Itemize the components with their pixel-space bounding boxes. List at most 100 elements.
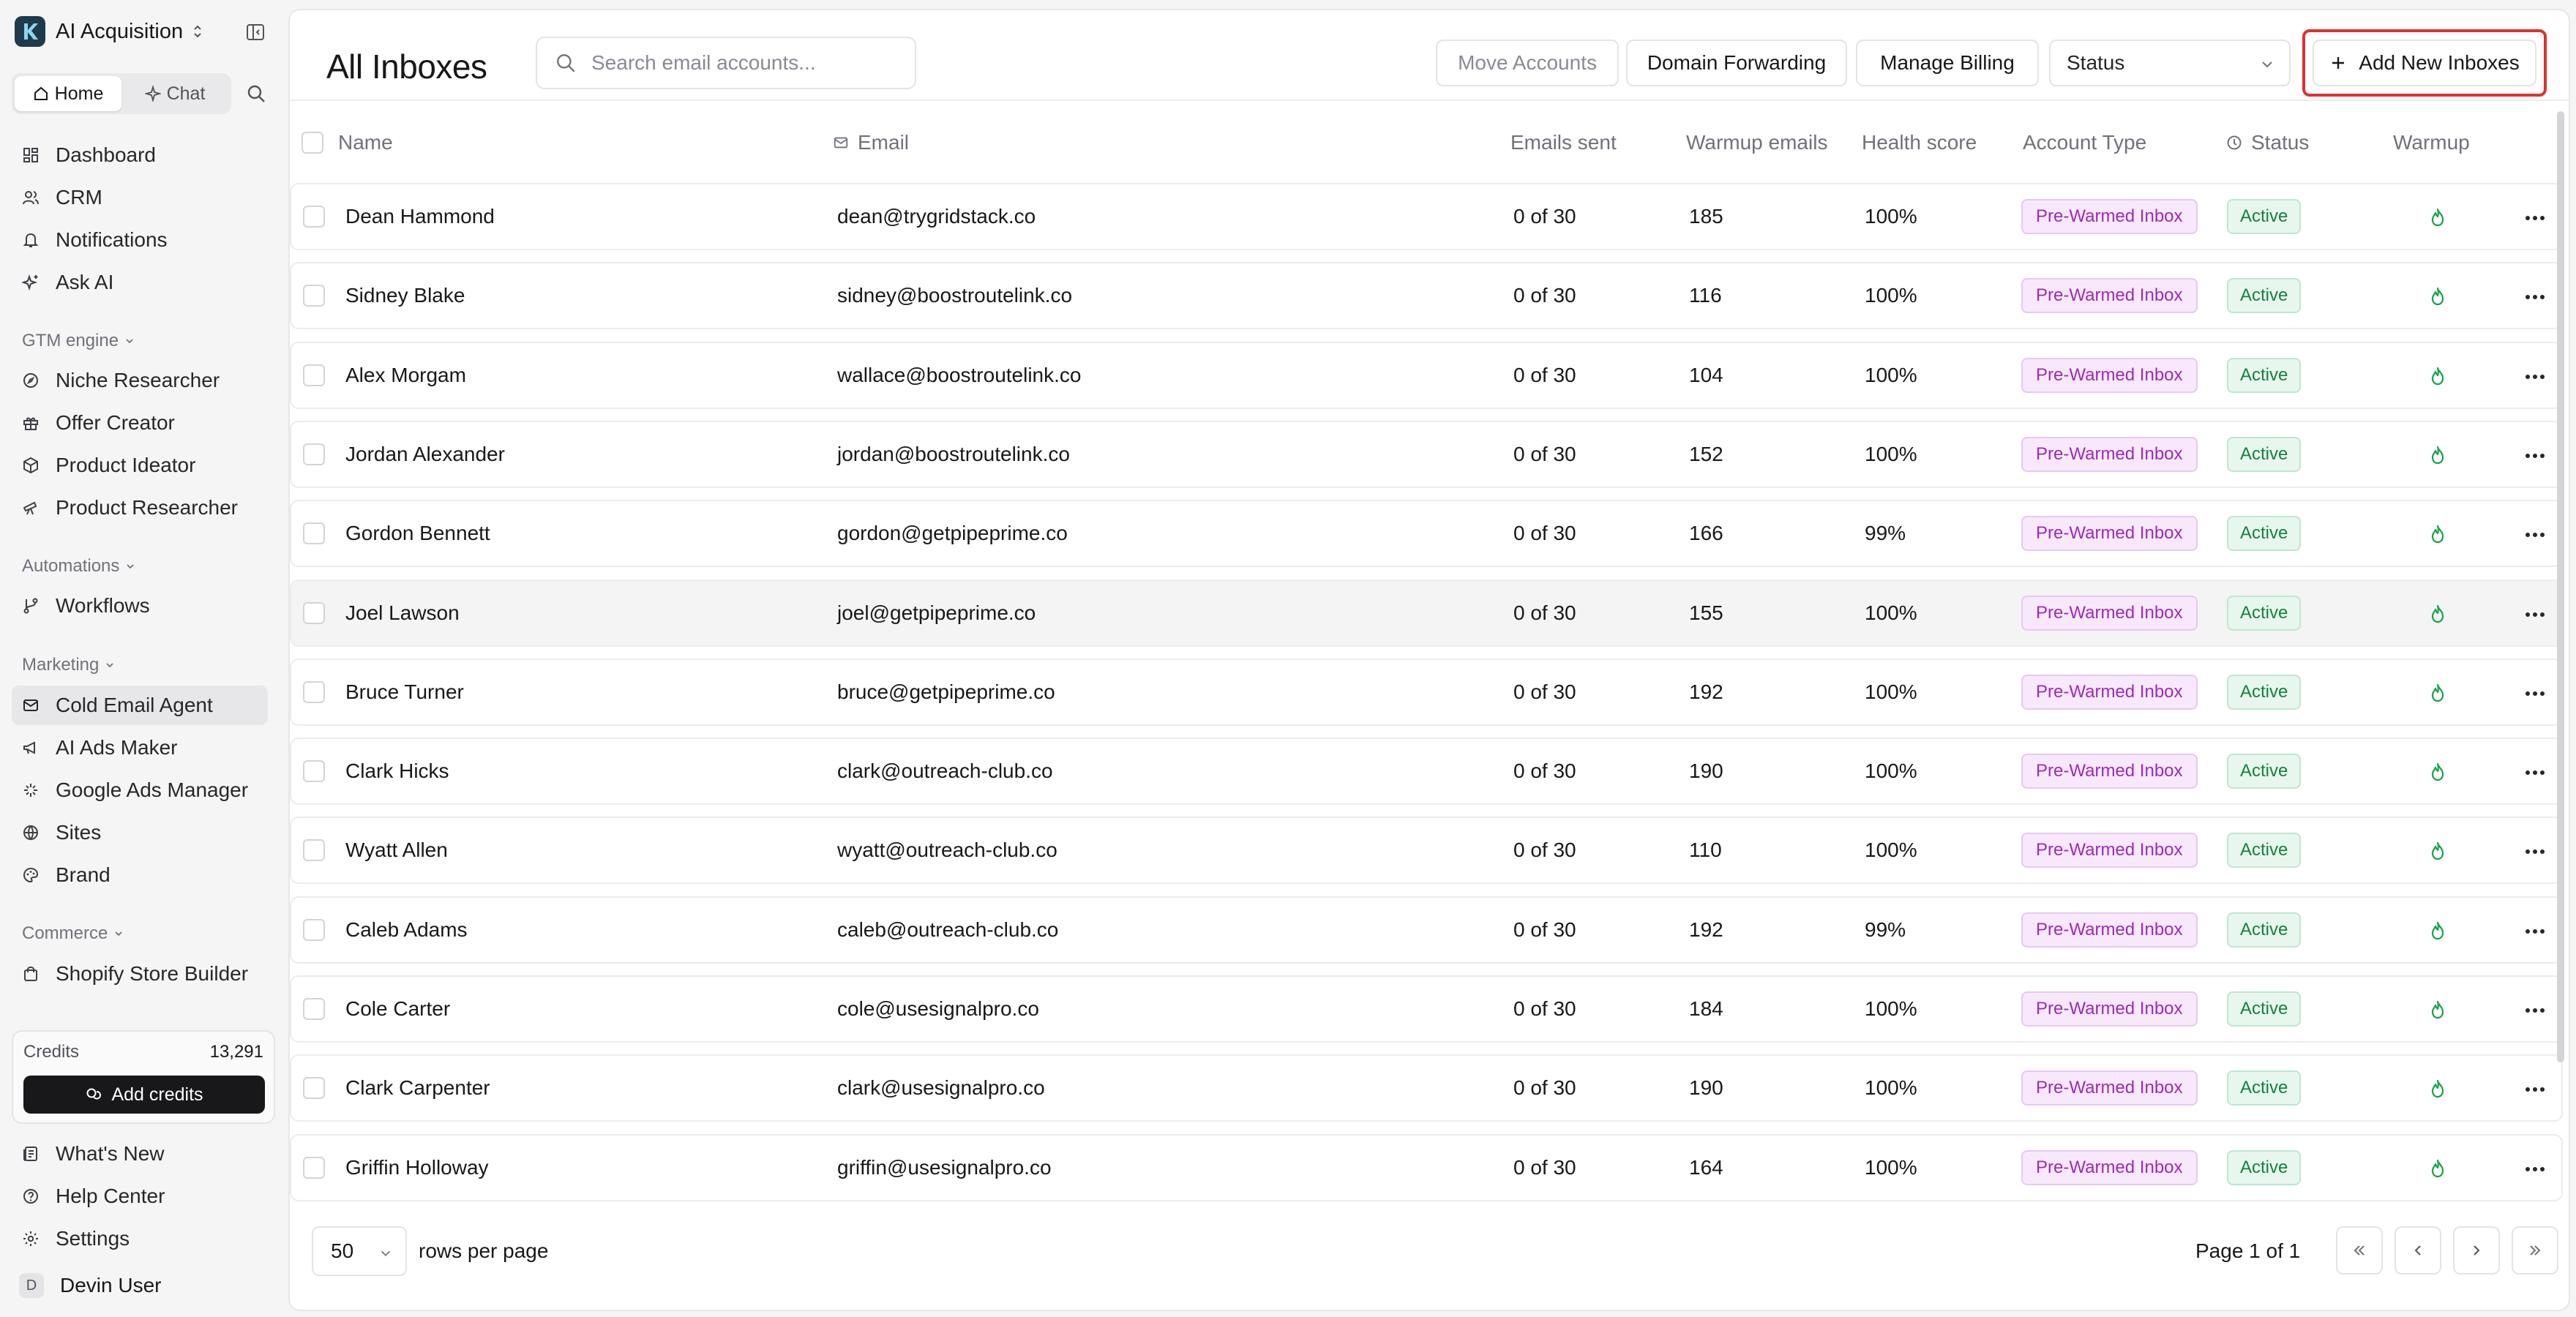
table-row[interactable]: Gordon Bennett gordon@getpipeprime.co 0 of… [290,500,2563,567]
select-all-checkbox[interactable] [302,132,323,154]
user-menu[interactable]: D Devin User [19,1273,161,1298]
first-page-button[interactable] [2336,1226,2383,1275]
row-checkbox[interactable] [303,919,325,941]
workspace-switcher[interactable]: AI Acquisition [15,16,267,47]
rows-per-page-select[interactable]: 50 [312,1226,407,1276]
row-checkbox[interactable] [303,1077,325,1099]
add-new-inboxes-button[interactable]: Add New Inboxes [2313,40,2536,86]
last-page-button[interactable] [2512,1226,2558,1275]
status-filter-select[interactable]: Status [2049,40,2291,86]
table-row[interactable]: Alex Morgam wallace@boostroutelink.co 0 of… [290,342,2563,409]
previous-page-button[interactable] [2395,1226,2441,1275]
sidebar-item-whats-new[interactable]: What's New [12,1134,268,1174]
table-row[interactable]: Wyatt Allen wyatt@outreach-club.co 0 of 30… [290,817,2563,884]
more-horizontal-icon[interactable] [2525,928,2545,934]
more-horizontal-icon[interactable] [2525,215,2545,221]
more-horizontal-icon[interactable] [2525,770,2545,776]
section-gtm-engine[interactable]: GTM engine [22,331,135,351]
flame-icon[interactable] [2430,841,2446,860]
sidebar-item-crm[interactable]: CRM [12,178,268,217]
table-row[interactable]: Caleb Adams caleb@outreach-club.co 0 of 30… [290,896,2563,964]
row-checkbox[interactable] [303,522,325,544]
next-page-button[interactable] [2453,1226,2500,1275]
table-row[interactable]: Joel Lawson joel@getpipeprime.co 0 of 30 15… [290,579,2563,647]
row-checkbox[interactable] [303,285,325,307]
row-checkbox[interactable] [303,364,325,386]
row-checkbox[interactable] [303,760,325,782]
column-header-name[interactable]: Name [338,102,393,183]
sidebar-item-shopify-store-builder[interactable]: Shopify Store Builder [12,954,268,994]
row-checkbox[interactable] [303,839,325,861]
more-horizontal-icon[interactable] [2525,374,2545,380]
table-row[interactable]: Griffin Holloway griffin@usesignalpro.co 0… [290,1134,2563,1201]
flame-icon[interactable] [2430,1079,2446,1098]
table-row[interactable]: Sidney Blake sidney@boostroutelink.co 0 of… [290,262,2563,329]
sidebar-item-niche-researcher[interactable]: Niche Researcher [12,361,268,400]
sidebar-item-settings[interactable]: Settings [12,1219,268,1258]
manage-billing-button[interactable]: Manage Billing [1856,40,2039,86]
table-row[interactable]: Jordan Alexander jordan@boostroutelink.co… [290,421,2563,488]
column-header-account-type[interactable]: Account Type [2023,102,2146,183]
more-horizontal-icon[interactable] [2525,691,2545,697]
column-header-status[interactable]: Status [2226,102,2309,183]
flame-icon[interactable] [2430,208,2446,227]
sidebar-item-notifications[interactable]: Notifications [12,220,268,260]
flame-icon[interactable] [2430,446,2446,465]
section-automations[interactable]: Automations [22,556,135,577]
sidebar-item-brand[interactable]: Brand [12,855,268,895]
scrollbar[interactable] [2556,105,2566,1225]
more-horizontal-icon[interactable] [2525,612,2545,618]
more-horizontal-icon[interactable] [2525,294,2545,300]
table-row[interactable]: Bruce Turner bruce@getpipeprime.co 0 of 30… [290,658,2563,726]
flame-icon[interactable] [2430,683,2446,702]
column-header-health-score[interactable]: Health score [1862,102,1977,183]
table-row[interactable]: Clark Hicks clark@outreach-club.co 0 of 30… [290,738,2563,805]
sidebar-item-help-center[interactable]: Help Center [12,1177,268,1216]
flame-icon[interactable] [2430,1000,2446,1019]
flame-icon[interactable] [2430,367,2446,386]
sidebar-item-cold-email-agent[interactable]: Cold Email Agent [12,686,268,725]
table-row[interactable]: Dean Hammond dean@trygridstack.co 0 of 30 1… [290,183,2563,250]
flame-icon[interactable] [2430,1159,2446,1178]
sidebar-item-offer-creator[interactable]: Offer Creator [12,403,268,443]
tab-home[interactable]: Home [15,76,121,111]
search-icon[interactable] [246,83,266,104]
add-credits-button[interactable]: Add credits [23,1076,265,1114]
column-header-email[interactable]: Email [833,102,909,183]
sidebar-item-product-researcher[interactable]: Product Researcher [12,488,268,528]
sidebar-item-workflows[interactable]: Workflows [12,586,268,626]
search-box[interactable] [536,37,916,89]
row-checkbox[interactable] [303,206,325,228]
more-horizontal-icon[interactable] [2525,532,2545,538]
section-commerce[interactable]: Commerce [22,923,124,944]
sidebar-item-google-ads-manager[interactable]: Google Ads Manager [12,770,268,810]
sidebar-item-sites[interactable]: Sites [12,813,268,852]
more-horizontal-icon[interactable] [2525,849,2545,855]
tab-chat[interactable]: Chat [121,76,228,111]
row-checkbox[interactable] [303,602,325,624]
move-accounts-button[interactable]: Move Accounts [1436,40,1619,86]
more-horizontal-icon[interactable] [2525,453,2545,459]
flame-icon[interactable] [2430,604,2446,623]
flame-icon[interactable] [2430,287,2446,306]
more-horizontal-icon[interactable] [2525,1008,2545,1013]
row-checkbox[interactable] [303,681,325,703]
search-input[interactable] [591,51,899,75]
column-header-warmup[interactable]: Warmup [2393,102,2470,183]
section-marketing[interactable]: Marketing [22,655,115,675]
sidebar-item-product-ideator[interactable]: Product Ideator [12,446,268,485]
flame-icon[interactable] [2430,762,2446,781]
row-checkbox[interactable] [303,443,325,465]
table-row[interactable]: Cole Carter cole@usesignalpro.co 0 of 30 18… [290,975,2563,1043]
sidebar-collapse-icon[interactable] [245,22,266,42]
row-checkbox[interactable] [303,1157,325,1179]
flame-icon[interactable] [2430,921,2446,940]
table-row[interactable]: Clark Carpenter clark@usesignalpro.co 0 of… [290,1054,2563,1122]
column-header-emails-sent[interactable]: Emails sent [1510,102,1617,183]
column-header-warmup-emails[interactable]: Warmup emails [1686,102,1827,183]
flame-icon[interactable] [2430,525,2446,544]
sidebar-item-ask-ai[interactable]: Ask AI [12,263,268,302]
sidebar-item-ai-ads-maker[interactable]: AI Ads Maker [12,728,268,768]
scrollbar-thumb[interactable] [2557,111,2564,1062]
sidebar-item-dashboard[interactable]: Dashboard [12,135,268,175]
